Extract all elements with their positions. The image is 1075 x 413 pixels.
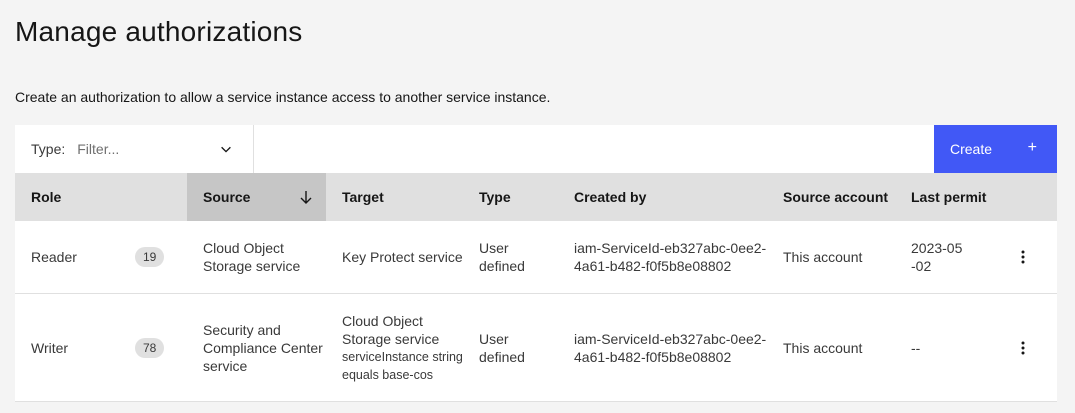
row-actions-cell — [995, 293, 1057, 402]
column-header-source-account[interactable]: Source account — [767, 173, 895, 221]
type-filter-dropdown[interactable]: Type: Filter... — [15, 125, 254, 173]
column-header-source-label: Source — [203, 189, 251, 205]
type-filter-placeholder: Filter... — [77, 141, 120, 157]
column-header-source[interactable]: Source — [187, 173, 326, 221]
create-button[interactable]: Create + — [934, 125, 1057, 173]
column-header-created-by[interactable]: Created by — [558, 173, 767, 221]
type-cell: User defined — [463, 293, 558, 402]
source-cell: Security and Compliance Center service — [187, 293, 326, 402]
authorizations-table: Role Source Target Type Created by Sourc… — [15, 173, 1057, 402]
source-account-cell: This account — [767, 221, 895, 294]
column-header-target[interactable]: Target — [326, 173, 463, 221]
count-badge: 78 — [135, 337, 165, 358]
target-condition: serviceInstance string equals base-cos — [342, 349, 463, 382]
type-cell: User defined — [463, 221, 558, 294]
page-title: Manage authorizations — [15, 16, 303, 47]
column-header-role[interactable]: Role — [15, 173, 187, 221]
target-label: Cloud Object Storage service — [342, 312, 440, 347]
overflow-menu-icon[interactable] — [1011, 245, 1035, 269]
last-permit-cell: -- — [895, 293, 995, 402]
add-icon: + — [1027, 139, 1037, 156]
chevron-down-icon — [221, 146, 231, 153]
column-header-actions — [995, 173, 1057, 221]
overflow-menu-icon[interactable] — [1011, 336, 1035, 360]
page-description: Create an authorization to allow a servi… — [15, 89, 551, 105]
table-toolbar: Type: Filter... Create + — [15, 125, 1057, 173]
table-row[interactable]: Writer 78 Security and Compliance Center… — [15, 293, 1057, 402]
type-filter-label: Type: — [31, 141, 66, 157]
last-permit-cell: 2023-05-02 — [895, 221, 995, 294]
target-cell: Cloud Object Storage service serviceInst… — [326, 293, 463, 402]
count-badge: 19 — [135, 247, 165, 267]
created-by-cell: iam-ServiceId-eb327abc-0ee2-4a61-b482-f0… — [558, 221, 767, 294]
row-actions-cell — [995, 221, 1057, 294]
table-row[interactable]: Reader 19 Cloud Object Storage service K… — [15, 221, 1057, 294]
table-header-row: Role Source Target Type Created by Sourc… — [15, 173, 1057, 221]
role-cell: Writer 78 — [15, 293, 187, 402]
target-cell: Key Protect service — [326, 221, 463, 294]
column-header-type[interactable]: Type — [463, 173, 558, 221]
created-by-cell: iam-ServiceId-eb327abc-0ee2-4a61-b482-f0… — [558, 293, 767, 402]
create-button-label: Create — [950, 141, 993, 157]
arrow-down-icon — [300, 191, 312, 204]
role-label: Writer — [31, 339, 69, 356]
column-header-last-permit[interactable]: Last permit — [895, 173, 995, 221]
source-account-cell: This account — [767, 293, 895, 402]
role-label: Reader — [31, 249, 77, 265]
role-cell: Reader 19 — [15, 221, 187, 294]
source-cell: Cloud Object Storage service — [187, 221, 326, 294]
